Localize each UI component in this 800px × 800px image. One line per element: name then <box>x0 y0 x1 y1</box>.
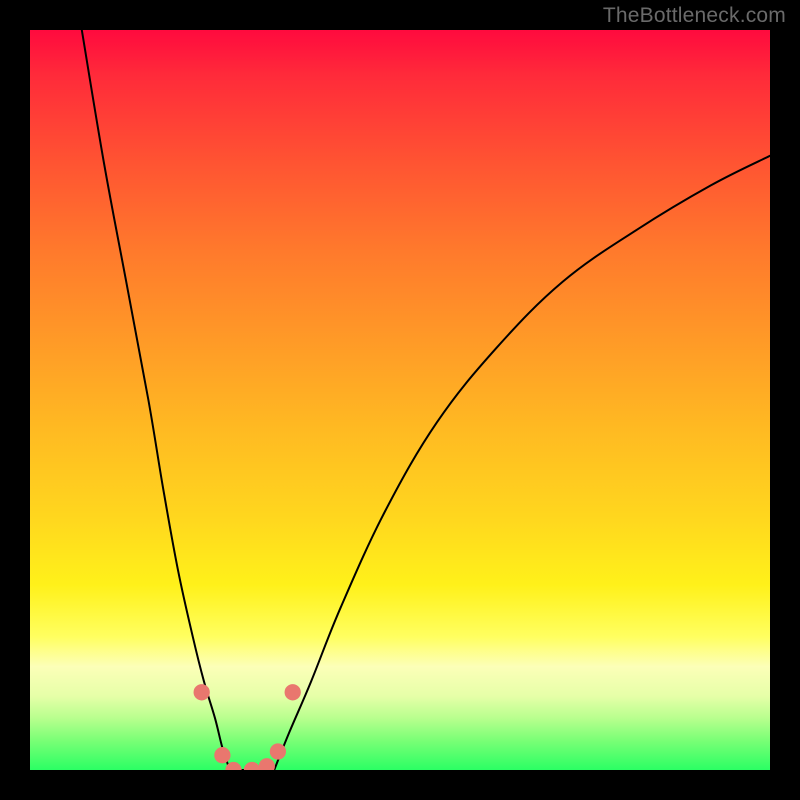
curve-svg <box>30 30 770 770</box>
series-right-branch <box>274 156 770 770</box>
marker-point <box>244 762 260 770</box>
marker-point <box>214 747 230 763</box>
marker-point <box>270 743 286 759</box>
marker-group <box>194 684 301 770</box>
watermark-text: TheBottleneck.com <box>603 4 786 28</box>
plot-area <box>30 30 770 770</box>
series-group <box>82 30 770 770</box>
series-left-branch <box>82 30 230 770</box>
marker-point <box>194 684 210 700</box>
marker-point <box>259 758 275 770</box>
marker-point <box>285 684 301 700</box>
chart-frame: TheBottleneck.com <box>0 0 800 800</box>
